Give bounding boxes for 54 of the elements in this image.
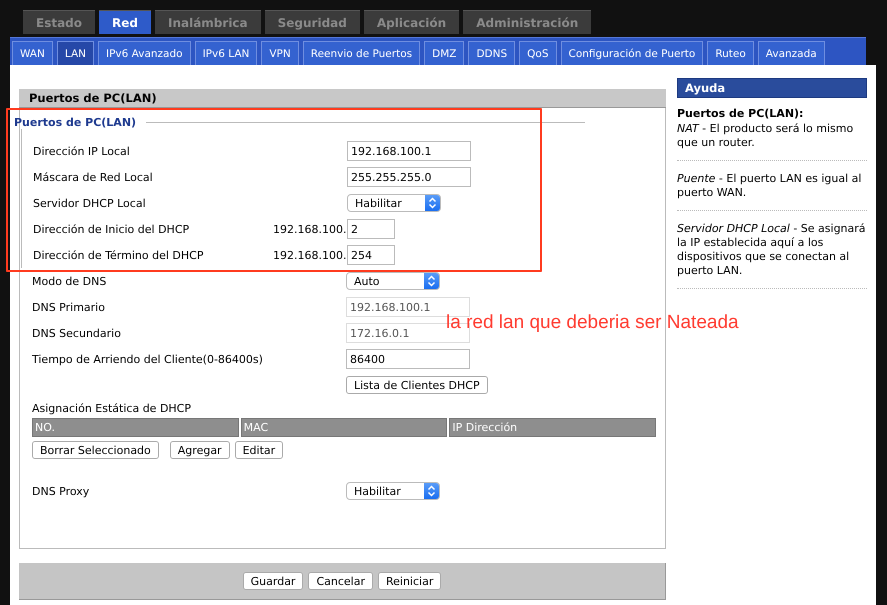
sub-tab[interactable]: Reenvio de Puertos — [302, 41, 420, 65]
field-label: DNS Secundario — [32, 326, 122, 340]
field-label: Servidor DHCP Local — [33, 196, 147, 210]
column-header: MAC — [240, 418, 448, 437]
sub-tab[interactable]: Avanzada — [758, 41, 825, 65]
field-label: Tiempo de Arriendo del Cliente(0-86400s) — [32, 352, 264, 366]
column-header: NO. — [32, 418, 239, 437]
sub-tab[interactable]: IPv6 LAN — [194, 41, 258, 65]
up-down-chevron-icon — [427, 485, 436, 497]
column-header: IP Dirección — [449, 418, 656, 437]
input-field[interactable]: 255.255.255.0 — [347, 167, 471, 187]
sub-tab[interactable]: DDNS — [468, 41, 516, 65]
help-text: Servidor DHCP Local - Se asignará la IP establecida aquí a los dispositivos que se conectan al puerto LAN. — [677, 221, 867, 289]
field-label: DNS Primario — [32, 300, 106, 314]
input-field[interactable]: 254 — [347, 245, 395, 265]
input-field[interactable]: 86400 — [346, 349, 470, 369]
help-text: Puente - El puerto LAN es igual al puerto WAN. — [677, 171, 867, 211]
footer-button[interactable]: Cancelar — [308, 572, 373, 590]
up-down-chevron-icon — [427, 275, 436, 287]
sub-tab[interactable]: Ruteo — [707, 41, 754, 65]
sub-tab[interactable]: DMZ — [424, 41, 464, 65]
table-action-button[interactable]: Borrar Seleccionado — [32, 441, 159, 459]
field-label: DNS Proxy — [32, 484, 90, 498]
sub-tab[interactable]: Configuración de Puerto — [560, 41, 704, 65]
input-field[interactable]: 2 — [347, 219, 395, 239]
section-title: Asignación Estática de DHCP — [32, 402, 192, 415]
sub-tab[interactable]: IPv6 Avanzado — [98, 41, 191, 65]
help-heading: Puertos de PC(LAN): — [677, 107, 804, 120]
up-down-chevron-icon — [428, 197, 437, 209]
help-title: Ayuda — [677, 78, 867, 98]
sub-tab[interactable]: VPN — [261, 41, 299, 65]
help-text: NAT - El producto será lo mismo que un router. — [677, 120, 867, 161]
sub-tab[interactable]: QoS — [519, 41, 557, 65]
field-label: Máscara de Red Local — [33, 170, 154, 184]
table-action-button[interactable]: Agregar — [170, 441, 230, 459]
field-label: Dirección de Inicio del DHCP — [33, 222, 190, 236]
table-action-button[interactable]: Editar — [234, 441, 284, 459]
input-field[interactable]: 192.168.100.1 — [347, 141, 471, 161]
ip-prefix: 192.168.100. — [273, 222, 347, 236]
footer-button[interactable]: Guardar — [242, 572, 304, 590]
field-label: Dirección IP Local — [33, 144, 131, 158]
dhcp-client-list-button[interactable]: Lista de Clientes DHCP — [346, 376, 488, 394]
field-label: Modo de DNS — [32, 274, 108, 288]
dropdown[interactable]: Habilitar — [347, 194, 441, 212]
dropdown[interactable]: Habilitar — [346, 482, 440, 500]
section-legend: Puertos de PC(LAN) — [14, 116, 136, 129]
footer-button[interactable]: Reiniciar — [378, 572, 442, 590]
field-label: Dirección de Término del DHCP — [33, 248, 204, 262]
main-tab[interactable]: Red — [99, 10, 151, 34]
dropdown[interactable]: Auto — [346, 272, 440, 290]
sub-tab[interactable]: WAN — [12, 41, 53, 65]
ip-prefix: 192.168.100. — [273, 248, 347, 262]
sub-tab[interactable]: LAN — [56, 41, 94, 65]
panel-title: Puertos de PC(LAN) — [19, 89, 666, 108]
